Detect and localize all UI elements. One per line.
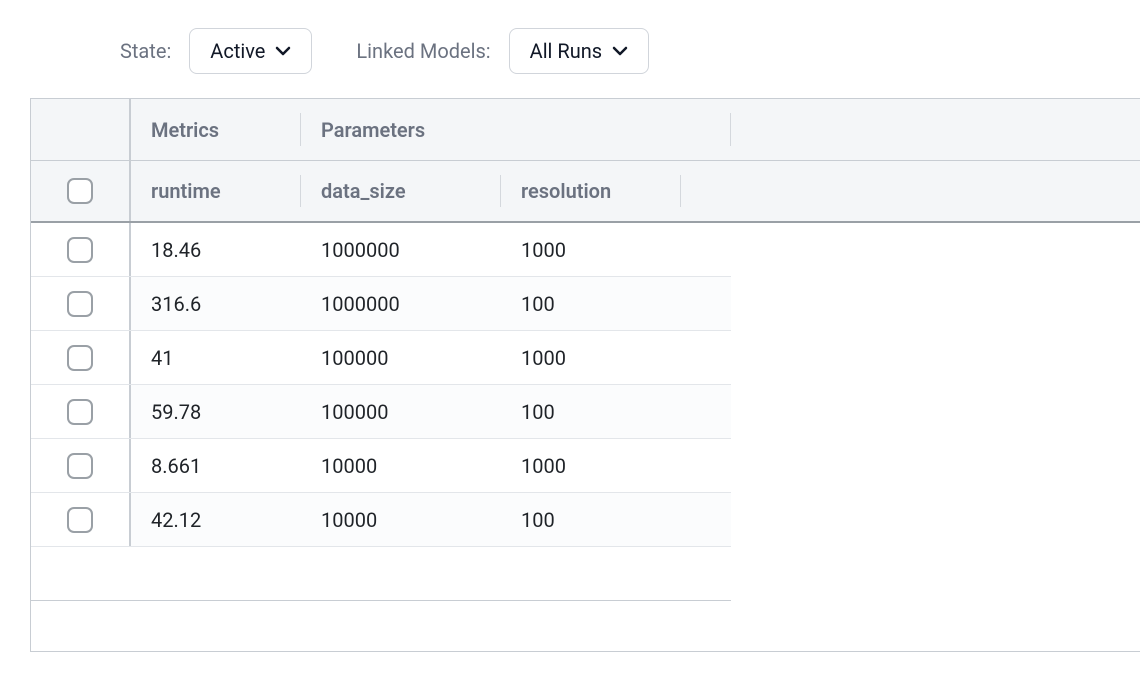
select-all-placeholder [31, 99, 131, 160]
column-group-header: Metrics Parameters [31, 99, 1140, 161]
cell-resolution: 1000 [501, 439, 681, 492]
state-filter-label: State: [120, 39, 171, 63]
column-group-parameters: Parameters [301, 99, 731, 160]
table-row[interactable]: 42.1210000100 [31, 493, 731, 547]
linked-models-filter-label: Linked Models: [356, 39, 490, 63]
table-footer-spacer [31, 601, 1140, 651]
cell-data-size: 100000 [301, 385, 501, 438]
state-dropdown-value: Active [210, 39, 265, 63]
row-checkbox[interactable] [67, 507, 93, 533]
cell-resolution: 100 [501, 493, 681, 546]
table-row[interactable]: 316.61000000100 [31, 277, 731, 331]
row-checkbox-cell [31, 223, 131, 276]
cell-data-size: 100000 [301, 331, 501, 384]
column-header-resolution[interactable]: resolution [501, 161, 681, 221]
table-blank-row [31, 547, 731, 601]
cell-runtime: 59.78 [131, 385, 301, 438]
cell-runtime: 41 [131, 331, 301, 384]
cell-resolution: 100 [501, 385, 681, 438]
table-row[interactable]: 59.78100000100 [31, 385, 731, 439]
cell-data-size: 1000000 [301, 223, 501, 276]
cell-resolution: 1000 [501, 223, 681, 276]
row-checkbox[interactable] [67, 345, 93, 371]
cell-runtime: 8.661 [131, 439, 301, 492]
filter-bar: State: Active Linked Models: All Runs [0, 0, 1140, 98]
table-body: 18.4610000001000316.61000000100411000001… [31, 223, 731, 547]
cell-data-size: 10000 [301, 493, 501, 546]
row-checkbox-cell [31, 493, 131, 546]
cell-runtime: 316.6 [131, 277, 301, 330]
row-checkbox-cell [31, 385, 131, 438]
table-row[interactable]: 8.661100001000 [31, 439, 731, 493]
select-all-cell [31, 161, 131, 221]
column-header-spacer [681, 161, 1140, 221]
cell-runtime: 18.46 [131, 223, 301, 276]
cell-data-size: 10000 [301, 439, 501, 492]
row-checkbox-cell [31, 331, 131, 384]
row-checkbox[interactable] [67, 453, 93, 479]
runs-table: Metrics Parameters runtime data_size res… [30, 98, 1140, 652]
table-row[interactable]: 411000001000 [31, 331, 731, 385]
row-checkbox[interactable] [67, 399, 93, 425]
table-row[interactable]: 18.4610000001000 [31, 223, 731, 277]
column-group-metrics: Metrics [131, 99, 301, 160]
linked-models-dropdown[interactable]: All Runs [509, 28, 649, 74]
chevron-down-icon [612, 43, 628, 59]
cell-runtime: 42.12 [131, 493, 301, 546]
column-header-runtime[interactable]: runtime [131, 161, 301, 221]
row-checkbox-cell [31, 277, 131, 330]
column-header-row: runtime data_size resolution [31, 161, 1140, 223]
row-checkbox-cell [31, 439, 131, 492]
state-dropdown[interactable]: Active [189, 28, 312, 74]
column-header-data-size[interactable]: data_size [301, 161, 501, 221]
chevron-down-icon [275, 43, 291, 59]
column-group-spacer [731, 99, 1140, 160]
row-checkbox[interactable] [67, 291, 93, 317]
cell-resolution: 100 [501, 277, 681, 330]
select-all-checkbox[interactable] [67, 178, 93, 204]
cell-resolution: 1000 [501, 331, 681, 384]
cell-data-size: 1000000 [301, 277, 501, 330]
linked-models-dropdown-value: All Runs [530, 39, 602, 63]
row-checkbox[interactable] [67, 237, 93, 263]
